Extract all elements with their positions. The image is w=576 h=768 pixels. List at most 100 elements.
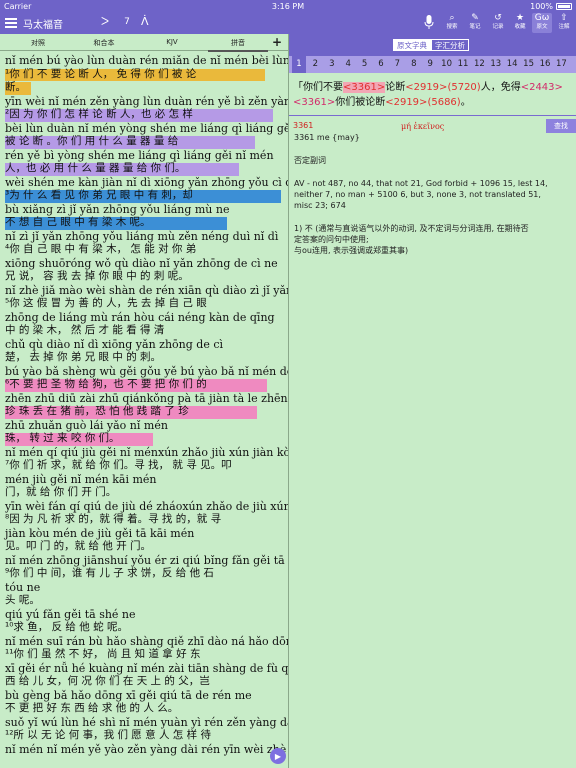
microphone-icon[interactable] [424, 15, 434, 30]
pinyin-line[interactable]: nǐ mén suī rán bù hǎo shàng qiě zhī dào … [5, 635, 288, 649]
verse-line[interactable]: 楚， 去 掉 你 弟 兄 眼 中 的 刺。 [5, 351, 283, 365]
tab-pinyin[interactable]: 拼音 [208, 38, 268, 52]
verse-number-11[interactable]: 11 [456, 59, 470, 69]
pinyin-line[interactable]: xiōng shuōróng wǒ qù diào nǐ yǎn zhōng d… [5, 257, 283, 271]
history-button[interactable]: ↺ 记录 [488, 13, 508, 33]
verse-line[interactable]: 不 更 把 好 东 西 给 求 他 的 人 么。 [5, 702, 283, 716]
pinyin-line[interactable]: bèi lùn duàn nǐ mén yòng shén me liáng q… [5, 122, 288, 136]
verse-line[interactable]: 断。 [5, 81, 283, 95]
lookup-button[interactable]: 查找 [546, 119, 576, 133]
verse-line[interactable]: 兄 说， 容 我 去 掉 你 眼 中 的 刺 呢。 [5, 270, 283, 284]
pinyin-line[interactable]: nǐ mén qí qiú jiù gěi nǐ ménxún zhǎo jiù… [5, 446, 288, 460]
verse-line[interactable]: 珍 珠 丢 在 猪 前，恐 怕 他 践 踏 了 珍 [5, 405, 283, 419]
verse-number-7[interactable]: 7 [390, 59, 404, 69]
verse-line[interactable]: ⁹你 们 中 间，谁 有 儿 子 求 饼，反 给 他 石 [5, 567, 283, 581]
chapter-number[interactable]: 7 [121, 17, 133, 27]
verse-number-6[interactable]: 6 [374, 59, 388, 69]
strong-code-link[interactable]: <2443> [521, 82, 563, 93]
verse-number-3[interactable]: 3 [325, 59, 339, 69]
previous-chapter-button[interactable]: ᐳ [101, 15, 109, 28]
verse-number-1[interactable]: 1 [292, 56, 306, 73]
pinyin-line[interactable]: rén yě bì yòng shén me liáng qì liáng gě… [5, 149, 283, 163]
verse-line[interactable]: 中 的 梁 木， 然 后 才 能 看 得 清 [5, 324, 283, 338]
verse-line[interactable]: ⁸因 为 凡 祈 求 的，就 得 着。寻 找 的，就 寻 [5, 513, 283, 527]
book-title[interactable]: 马太福音 [23, 16, 63, 31]
pinyin-line[interactable]: wèi shén me kàn jiàn nǐ dì xiōng yǎn zhō… [5, 176, 288, 190]
pinyin-line[interactable]: bù xiǎng zì jǐ yǎn zhōng yǒu liáng mù ne [5, 203, 283, 217]
menu-icon[interactable] [5, 18, 17, 28]
verse-number-5[interactable]: 5 [358, 59, 372, 69]
verse-number-17[interactable]: 17 [554, 59, 568, 69]
pinyin-line[interactable]: bù gèng bǎ hǎo dōng xī gěi qiú tā de rén… [5, 689, 283, 703]
verse-line[interactable]: 门，就 给 你 们 开 门。 [5, 486, 283, 500]
verse-line[interactable]: 头 呢。 [5, 594, 283, 608]
pinyin-line[interactable]: suǒ yǐ wú lùn hé shì nǐ mén yuàn yì rén … [5, 716, 288, 730]
search-button[interactable]: ⌕ 搜索 [442, 13, 462, 33]
pinyin-line[interactable]: zhēn zhū diū zài zhū qiánkǒng pà tā jiàn… [5, 392, 288, 406]
pinyin-line[interactable]: tóu ne [5, 581, 283, 595]
verse-number-16[interactable]: 16 [538, 59, 552, 69]
verse-line[interactable]: ¹¹你 们 虽 然 不 好， 尚 且 知 道 拿 好 东 [5, 648, 283, 662]
pinyin-line[interactable]: yīn wèi nǐ mén zěn yàng lùn duàn rén yě … [5, 95, 288, 109]
tab-cuv[interactable]: 和合本 [74, 38, 134, 48]
pinyin-line[interactable]: nǐ mén zhōng jiānshuí yǒu ér zi qiú bǐng… [5, 554, 288, 568]
verse-line[interactable]: ¹²所 以 无 论 何 事，我 们 愿 意 人 怎 样 待 [5, 729, 283, 743]
verse-line[interactable]: 珠， 转 过 来 咬 你 们。 [5, 432, 283, 446]
notes-button[interactable]: ✎ 笔记 [465, 13, 485, 33]
original-text-button[interactable]: Gω 原文 [532, 13, 552, 33]
verse-line[interactable]: 被 论 断 。你 们 用 什 么 量 器 量 给 [5, 135, 283, 149]
verse-number-10[interactable]: 10 [440, 59, 454, 69]
verse-line[interactable]: 西 给 儿 女，何 况 你 们 在 天 上 的 父，岂 [5, 675, 283, 689]
pinyin-line[interactable]: nǐ mén bú yào lùn duàn rén miǎn de nǐ mé… [5, 54, 288, 68]
verse-number-2[interactable]: 2 [308, 59, 322, 69]
tab-kjv[interactable]: KJV [142, 38, 202, 46]
verse-number-8[interactable]: 8 [407, 59, 421, 69]
verse-line[interactable]: 人，也 必 用 什 么 量 器 量 给 你 们。 [5, 162, 283, 176]
verse-line[interactable]: ⁵你 这 假 冒 为 善 的 人，先 去 掉 自 己 眼 [5, 297, 283, 311]
morphology-code-link[interactable]: (5720) [447, 82, 480, 93]
strong-code-link[interactable]: <2919> [405, 82, 447, 93]
verse-line[interactable]: ⁶不 要 把 圣 物 给 狗，也 不 要 把 你 们 的 [5, 378, 283, 392]
play-button[interactable]: ▶ [270, 748, 286, 764]
pinyin-line[interactable]: bú yào bǎ shèng wù gěi gǒu yě bú yào bǎ … [5, 365, 288, 379]
next-chapter-button[interactable]: ᐲ [141, 15, 149, 28]
favorites-button[interactable]: ★ 收藏 [510, 13, 530, 33]
pinyin-line[interactable]: zhōng de liáng mù rán hòu cái néng kàn d… [5, 311, 283, 325]
verse-line[interactable]: ⁷你 们 祈 求，就 给 你 们。寻 找， 就 寻 见。叩 [5, 459, 283, 473]
verse-number-12[interactable]: 12 [472, 59, 486, 69]
pinyin-line[interactable]: chǔ qù diào nǐ dì xiōng yǎn zhōng de cì [5, 338, 283, 352]
verse-line[interactable]: 不 想 自 己 眼 中 有 梁 木 呢。 [5, 216, 283, 230]
pinyin-line[interactable]: qiú yú fǎn gěi tā shé ne [5, 608, 283, 622]
verse-number-9[interactable]: 9 [423, 59, 437, 69]
verse-number-14[interactable]: 14 [505, 59, 519, 69]
verse-line[interactable]: ³为 什 么 看 见 你 弟 兄 眼 中 有 刺，却 [5, 189, 283, 203]
verse-line[interactable]: ⁴你 自 己 眼 中 有 梁 木， 怎 能 对 你 弟 [5, 243, 283, 257]
verse-number-15[interactable]: 15 [522, 59, 536, 69]
verse-number-4[interactable]: 4 [341, 59, 355, 69]
tab-word-analysis[interactable]: 字汇分析 [431, 39, 469, 51]
tab-parallel[interactable]: 对照 [8, 38, 68, 48]
verse-list[interactable]: nǐ mén bú yào lùn duàn rén miǎn de nǐ mé… [5, 54, 288, 757]
pinyin-line[interactable]: jiàn kòu mén de jiù gěi tā kāi mén [5, 527, 283, 541]
pinyin-line[interactable]: zhū zhuǎn guò lái yǎo nǐ mén [5, 419, 283, 433]
tab-original-dictionary[interactable]: 原文字典 [393, 39, 431, 51]
pinyin-line[interactable]: mén jiù gěi nǐ mén kāi mén [5, 473, 283, 487]
commentary-button[interactable]: ⇧ 注解 [554, 13, 574, 33]
verse-line[interactable]: ¹你 们 不 要 论 断 人， 免 得 你 们 被 论 [5, 68, 283, 81]
verse-line[interactable]: ¹⁰求 鱼， 反 给 他 蛇 呢。 [5, 621, 283, 635]
morphology-code-link[interactable]: (5686) [427, 97, 460, 108]
strong-code-link[interactable]: <3361> [343, 82, 386, 93]
pinyin-line[interactable]: nǐ zhè jiǎ mào wèi shàn de rén xiān qù d… [5, 284, 288, 298]
pinyin-line[interactable]: nǐ zì jǐ yǎn zhōng yǒu liáng mù zěn néng… [5, 230, 283, 244]
verse-number-13[interactable]: 13 [489, 59, 503, 69]
pinyin-line[interactable]: yīn wèi fán qí qiú de jiù dé zháoxún zhǎ… [5, 500, 288, 514]
strong-code-link[interactable]: <3361> [293, 97, 335, 108]
verse-text-segment: 论断 [385, 82, 406, 93]
strong-code-link[interactable]: <2919> [385, 97, 427, 108]
verse-display: 「你们不要<3361>论断<2919>(5720)人，免得<2443> <3361… [293, 80, 573, 110]
pinyin-line[interactable]: xī gěi ér nǚ hé kuàng nǐ mén zài tiān sh… [5, 662, 288, 676]
pinyin-line[interactable]: nǐ mén nǐ mén yě yào zěn yàng dài rén yī… [5, 743, 288, 757]
add-icon[interactable]: + [272, 35, 282, 49]
verse-line[interactable]: ²因 为 你 们 怎 样 论 断 人，也 必 怎 样 [5, 108, 283, 122]
verse-line[interactable]: 见。叩 门 的，就 给 他 开 门。 [5, 540, 283, 554]
